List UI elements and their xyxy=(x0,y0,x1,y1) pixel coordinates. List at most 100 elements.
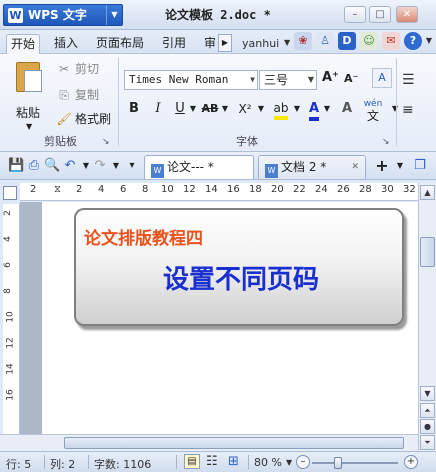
group-divider xyxy=(118,58,119,146)
tab-home[interactable]: 开始 xyxy=(6,34,41,54)
ruler-toggle-icon[interactable] xyxy=(3,186,17,200)
superscript-button[interactable]: X² xyxy=(234,98,256,120)
shrink-font-button[interactable]: A⁻ xyxy=(344,72,358,85)
chevron-down-icon[interactable]: ▼ xyxy=(322,98,332,120)
indent-marker-icon[interactable]: ⧖ xyxy=(54,184,61,195)
wps-menu-button[interactable]: W WPS 文字 ▼ xyxy=(3,4,123,26)
skin-icon[interactable]: ❀ xyxy=(294,32,312,50)
shirt-icon[interactable]: ♙ xyxy=(316,32,334,50)
maximize-button[interactable]: □ xyxy=(369,6,391,23)
chevron-down-icon[interactable]: ▼ xyxy=(220,98,230,120)
undo-icon[interactable]: ↶ xyxy=(62,158,78,174)
pinyin-button[interactable]: wén 文 xyxy=(358,98,388,122)
format-painter-button[interactable]: 🖌 格式刷 xyxy=(56,110,111,128)
tab-insert[interactable]: 插入 xyxy=(50,34,82,54)
window-tile-icon[interactable]: ❐ xyxy=(412,158,428,174)
save-icon[interactable]: 💾 xyxy=(8,158,24,174)
tab-review[interactable]: 审 xyxy=(200,34,220,54)
ruler-tick: 2 xyxy=(30,184,37,195)
dialog-launcher-icon[interactable]: ↘ xyxy=(102,137,110,147)
chevron-down-icon[interactable]: ▼ xyxy=(284,38,290,47)
community-icon[interactable]: ☺ xyxy=(360,32,378,50)
paste-button[interactable]: 粘贴 ▼ xyxy=(10,60,50,131)
horizontal-scrollbar[interactable] xyxy=(0,434,418,451)
tab-references[interactable]: 引用 xyxy=(158,34,190,54)
select-browse-object-icon[interactable]: ● xyxy=(420,419,435,434)
chevron-down-icon[interactable]: ▼ xyxy=(392,158,408,174)
vertical-ruler[interactable]: 2 4 6 8 10 12 14 16 xyxy=(3,204,20,434)
chevron-down-icon[interactable]: ▼ xyxy=(250,71,255,89)
customize-toolbar-icon[interactable]: ▾ xyxy=(124,158,140,174)
doc-tab[interactable]: W 文档 2 * ✕ xyxy=(258,155,366,179)
outline-view-icon[interactable]: ☷ xyxy=(206,454,218,469)
wps-logo: W xyxy=(8,8,23,23)
previous-page-icon[interactable]: ⏶ xyxy=(420,403,435,418)
minimize-button[interactable]: – xyxy=(344,6,366,23)
char-shading-icon[interactable]: A xyxy=(338,98,356,120)
font-color-icon: A xyxy=(308,101,320,121)
user-name[interactable]: yanhui xyxy=(242,37,279,50)
chevron-down-icon[interactable]: ▼ xyxy=(420,32,436,50)
zoom-out-button[interactable]: – xyxy=(296,455,310,469)
chevron-down-icon[interactable]: ▼ xyxy=(26,122,32,131)
chevron-down-icon[interactable]: ▼ xyxy=(256,98,266,120)
font-group-label: 字体 xyxy=(236,135,258,148)
chevron-down-icon[interactable]: ▼ xyxy=(108,158,124,174)
chevron-down-icon[interactable]: ▼ xyxy=(390,98,400,120)
strikethrough-button[interactable]: AB xyxy=(200,98,220,120)
italic-button[interactable]: I xyxy=(150,98,166,120)
vertical-scrollbar[interactable]: ▲ ▼ ⏶ ● ⏷ xyxy=(418,183,436,451)
underline-button[interactable]: U xyxy=(172,98,188,120)
copy-button[interactable]: ⎘ 复制 xyxy=(56,86,99,104)
zoom-slider-track[interactable] xyxy=(312,462,398,464)
status-word-count[interactable]: 字数: 1106 xyxy=(94,456,151,472)
chevron-down-icon[interactable]: ▼ xyxy=(286,458,292,467)
font-name-select[interactable]: Times New Roman ▼ xyxy=(124,70,258,90)
status-bar: 行: 5 列: 2 字数: 1106 ▤ ☷ ⊞ 80 % ▼ – + xyxy=(0,451,436,472)
chevron-down-icon[interactable]: ▼ xyxy=(106,5,122,25)
status-divider xyxy=(88,455,89,469)
font-color-button[interactable]: A xyxy=(306,98,322,121)
gift-icon[interactable]: ✉ xyxy=(382,32,400,50)
dialog-launcher-icon[interactable]: ↘ xyxy=(382,137,390,147)
scroll-thumb[interactable] xyxy=(64,437,404,449)
align-icon[interactable]: ≡ xyxy=(402,102,414,118)
zoom-in-button[interactable]: + xyxy=(404,455,418,469)
chevron-down-icon[interactable]: ▼ xyxy=(292,98,302,120)
web-view-icon[interactable]: ⊞ xyxy=(228,454,239,469)
page-view-icon[interactable]: ▤ xyxy=(184,454,200,469)
tab-scroll-right-icon[interactable]: ▶ xyxy=(218,34,232,52)
grow-font-button[interactable]: A⁺ xyxy=(322,70,339,85)
horizontal-ruler[interactable]: 2 ⧖ 2 4 6 8 10 12 14 16 18 20 22 24 26 2… xyxy=(20,183,418,201)
close-button[interactable]: ✕ xyxy=(396,6,418,23)
zoom-level[interactable]: 80 % xyxy=(254,456,282,469)
d-icon[interactable]: D xyxy=(338,32,356,50)
clear-format-icon[interactable]: A xyxy=(372,68,392,88)
list-icon[interactable]: ☰ xyxy=(402,72,415,88)
chevron-down-icon[interactable]: ▼ xyxy=(188,98,198,120)
tab-page-layout[interactable]: 页面布局 xyxy=(92,34,148,54)
bold-button[interactable]: B xyxy=(126,98,142,120)
highlight-button[interactable]: ab xyxy=(272,98,290,120)
font-size-select[interactable]: 三号 ▼ xyxy=(259,70,317,90)
ruler-tick: 10 xyxy=(161,184,174,195)
scissors-icon: ✂ xyxy=(58,62,70,76)
chevron-down-icon[interactable]: ▼ xyxy=(308,71,314,89)
scroll-down-icon[interactable]: ▼ xyxy=(420,386,435,401)
cut-button[interactable]: ✂ 剪切 xyxy=(56,60,99,78)
group-divider xyxy=(396,58,397,146)
zoom-slider-knob[interactable] xyxy=(333,457,342,469)
print-icon[interactable]: ⎙ xyxy=(26,158,42,174)
ruler-tick: 2 xyxy=(76,184,83,195)
doc-tab-active[interactable]: W 论文--- * xyxy=(144,155,254,179)
close-icon[interactable]: ✕ xyxy=(351,156,359,178)
copy-label: 复制 xyxy=(75,88,100,102)
scroll-up-icon[interactable]: ▲ xyxy=(420,185,435,200)
new-tab-button[interactable]: + xyxy=(374,158,390,174)
print-preview-icon[interactable]: 🔍 xyxy=(44,158,60,174)
scroll-thumb[interactable] xyxy=(420,237,435,267)
redo-icon[interactable]: ↷ xyxy=(92,158,108,174)
ruler-tick: 28 xyxy=(359,184,372,195)
document-page[interactable]: 论文排版教程四 设置不同页码 xyxy=(42,202,418,434)
next-page-icon[interactable]: ⏷ xyxy=(420,435,435,450)
